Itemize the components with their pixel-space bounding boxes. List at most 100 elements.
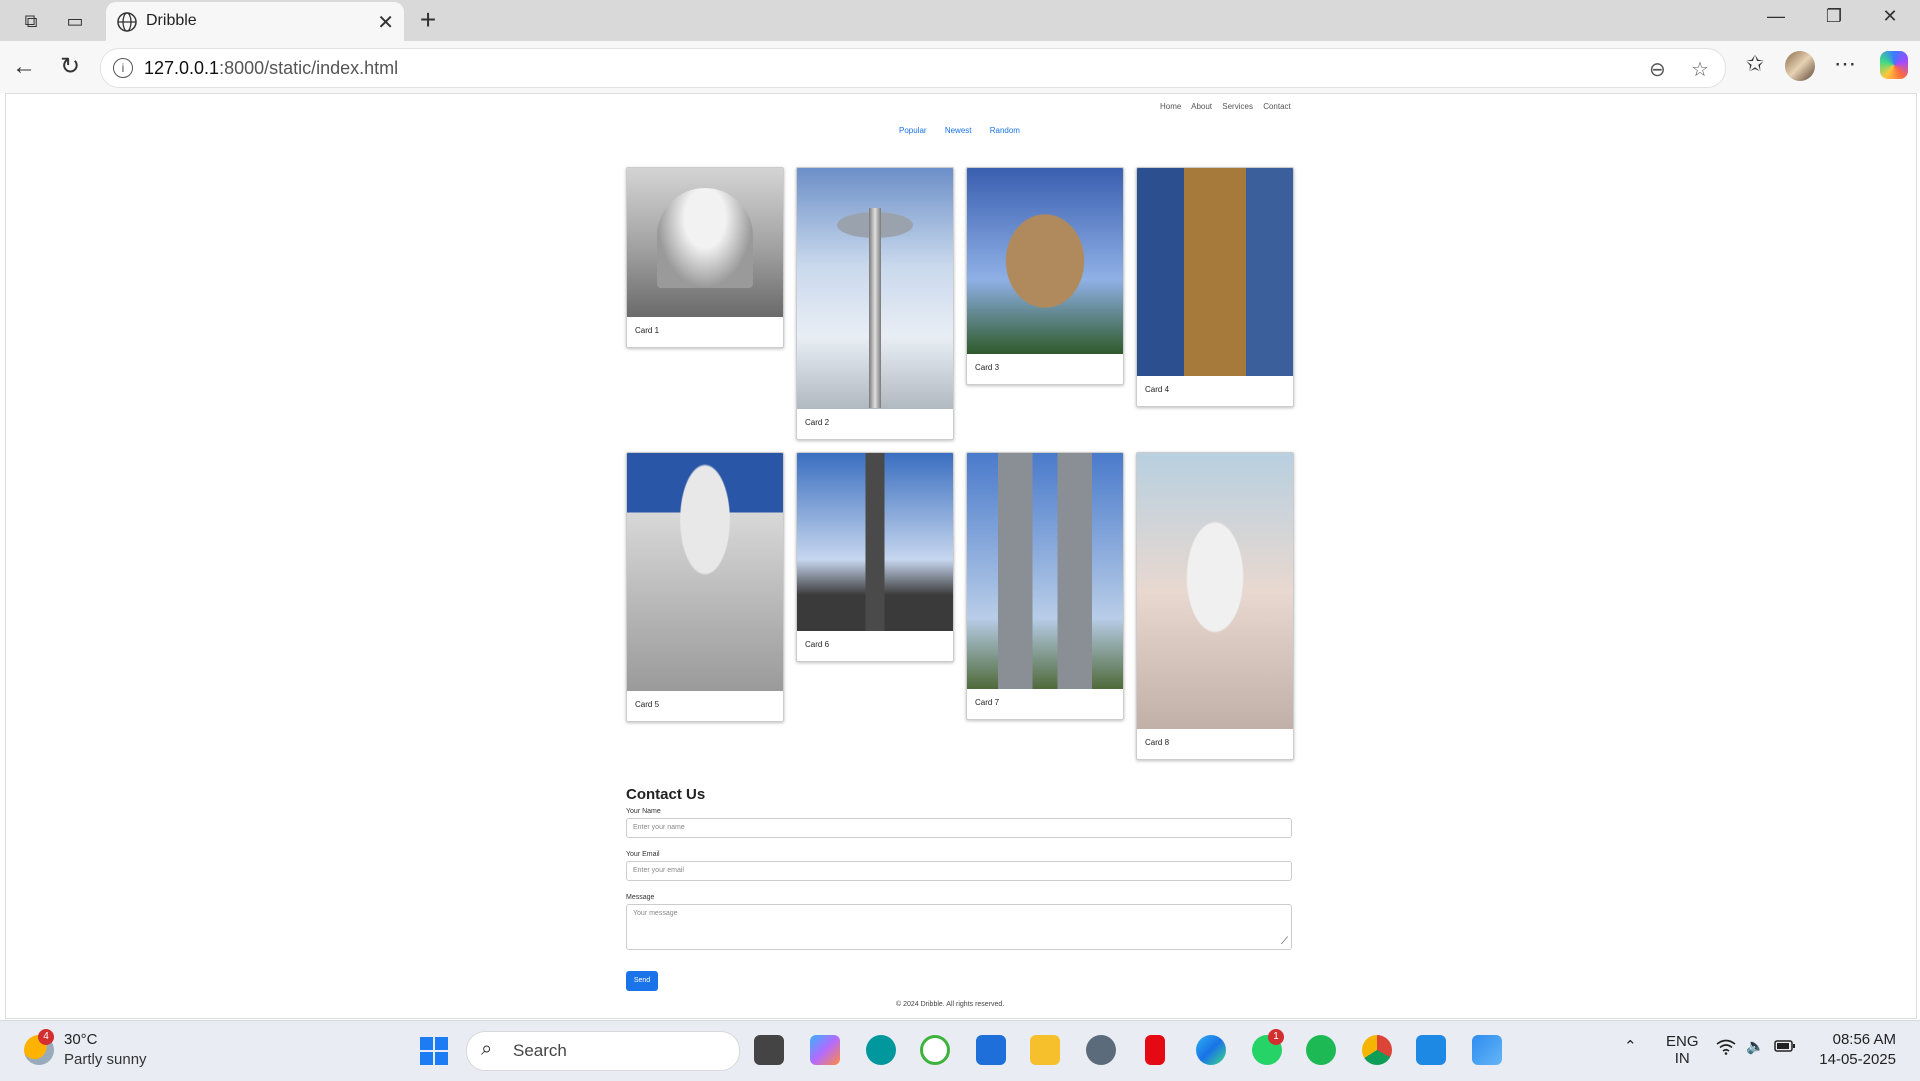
email-label: Your Email <box>626 851 660 858</box>
email-field[interactable]: Enter your email <box>626 861 1292 881</box>
clock-time: 08:56 AM <box>1832 1031 1896 1048</box>
card-caption: Card 3 <box>975 363 1000 372</box>
chevron-up-icon[interactable]: ⌃ <box>1624 1037 1637 1055</box>
card-1[interactable]: Card 1 <box>626 167 784 348</box>
copilot-app-icon[interactable] <box>810 1035 840 1065</box>
info-icon[interactable]: i <box>113 58 133 78</box>
contact-form: Contact Us Your Name Enter your name You… <box>626 786 1292 950</box>
nav-home[interactable]: Home <box>1160 102 1181 111</box>
nav-contact[interactable]: Contact <box>1263 102 1291 111</box>
card-image <box>797 168 953 409</box>
card-caption: Card 1 <box>635 326 660 335</box>
taskbar: 4 30°C Partly sunny ⌕ Search 1 ⌃ ENG IN … <box>0 1020 1920 1081</box>
system-clock[interactable]: 08:56 AM 14-05-2025 <box>1800 1031 1896 1068</box>
new-tab-icon[interactable]: + <box>414 6 442 34</box>
workspaces-icon[interactable]: ⧉ <box>18 8 44 34</box>
card-image <box>967 453 1123 689</box>
back-icon[interactable]: ← <box>10 53 38 81</box>
card-image <box>1137 168 1293 376</box>
card-image <box>627 168 783 317</box>
filter-popular[interactable]: Popular <box>899 126 927 135</box>
whatsapp-badge: 1 <box>1268 1029 1284 1045</box>
netflix-icon[interactable] <box>1145 1035 1165 1065</box>
search-icon: ⌕ <box>481 1038 493 1060</box>
taskbar-search[interactable]: ⌕ Search <box>466 1031 740 1071</box>
card-caption: Card 6 <box>805 640 830 649</box>
restore-icon[interactable]: ❐ <box>1814 6 1854 27</box>
more-icon[interactable]: ⋯ <box>1830 51 1860 77</box>
weather-temp[interactable]: 30°C <box>64 1031 98 1048</box>
nav-about[interactable]: About <box>1191 102 1212 111</box>
tab-title: Dribble <box>146 12 197 29</box>
card-caption: Card 2 <box>805 418 830 427</box>
lang-code: ENG <box>1666 1033 1699 1050</box>
card-8[interactable]: Card 8 <box>1136 452 1294 760</box>
file-explorer-icon[interactable] <box>1030 1035 1060 1065</box>
card-7[interactable]: Card 7 <box>966 452 1124 720</box>
settings-icon[interactable] <box>1086 1035 1116 1065</box>
zoom-icon[interactable]: ⊖ <box>1649 57 1666 82</box>
filter-links: Popular Newest Random <box>899 126 1036 135</box>
refresh-icon[interactable]: ↻ <box>56 53 84 81</box>
favorites-icon[interactable]: ✩ <box>1740 51 1770 77</box>
url-text[interactable]: 127.0.0.1:8000/static/index.html <box>144 58 398 79</box>
card-3[interactable]: Card 3 <box>966 167 1124 385</box>
card-4[interactable]: Card 4 <box>1136 167 1294 407</box>
card-5[interactable]: Card 5 <box>626 452 784 722</box>
resize-grip-icon[interactable]: ⟋ <box>1281 936 1288 947</box>
edge-icon[interactable] <box>1196 1035 1226 1065</box>
store-icon[interactable] <box>976 1035 1006 1065</box>
nav-services[interactable]: Services <box>1222 102 1253 111</box>
avatar[interactable] <box>1785 51 1815 81</box>
send-button[interactable]: Send <box>626 971 658 991</box>
close-icon[interactable]: ✕ <box>377 10 394 35</box>
message-label: Message <box>626 894 655 901</box>
photos-icon[interactable] <box>1472 1035 1502 1065</box>
tab-actions-icon[interactable]: ▭ <box>62 8 88 34</box>
footer-text: © 2024 Dribble. All rights reserved. <box>896 1001 1005 1008</box>
app-ring-icon[interactable] <box>920 1035 950 1065</box>
card-image <box>627 453 783 691</box>
weather-badge: 4 <box>38 1029 54 1045</box>
arduino-icon[interactable] <box>866 1035 896 1065</box>
url-field[interactable]: i 127.0.0.1:8000/static/index.html ⊖ ☆ <box>100 48 1726 88</box>
language-indicator[interactable]: ENG IN <box>1666 1033 1699 1067</box>
card-caption: Card 5 <box>635 700 660 709</box>
spotify-icon[interactable] <box>1306 1035 1336 1065</box>
chrome-icon[interactable] <box>1362 1035 1392 1065</box>
tab-bar: ⧉ ▭ Dribble ✕ + — ❐ ✕ <box>0 0 1920 41</box>
card-image <box>797 453 953 631</box>
filter-newest[interactable]: Newest <box>945 126 972 135</box>
copilot-icon[interactable] <box>1880 51 1908 79</box>
address-bar: ← ↻ i 127.0.0.1:8000/static/index.html ⊖… <box>0 41 1920 93</box>
name-label: Your Name <box>626 808 661 815</box>
card-caption: Card 4 <box>1145 385 1170 394</box>
minimize-icon[interactable]: — <box>1756 6 1796 27</box>
window-close-icon[interactable]: ✕ <box>1870 6 1910 27</box>
card-image <box>967 168 1123 354</box>
top-nav: Home About Services Contact <box>1160 102 1299 111</box>
card-caption: Card 7 <box>975 698 1000 707</box>
name-field[interactable]: Enter your name <box>626 818 1292 838</box>
volume-icon[interactable]: 🔈 <box>1746 1037 1765 1055</box>
card-image <box>1137 453 1293 729</box>
contact-heading: Contact Us <box>626 786 706 803</box>
card-6[interactable]: Card 6 <box>796 452 954 662</box>
windows-start-icon[interactable] <box>420 1037 448 1065</box>
url-path: :8000/static/index.html <box>219 58 399 78</box>
lang-region: IN <box>1674 1050 1690 1067</box>
battery-icon[interactable] <box>1774 1039 1796 1057</box>
card-2[interactable]: Card 2 <box>796 167 954 440</box>
task-view-icon[interactable] <box>754 1035 784 1065</box>
card-caption: Card 8 <box>1145 738 1170 747</box>
message-field[interactable]: Your message ⟋ <box>626 904 1292 950</box>
wifi-icon[interactable] <box>1716 1039 1736 1059</box>
clock-date: 14-05-2025 <box>1819 1051 1896 1068</box>
browser-tab[interactable]: Dribble ✕ <box>106 2 404 41</box>
vscode-icon[interactable] <box>1416 1035 1446 1065</box>
url-host: 127.0.0.1 <box>144 58 220 78</box>
message-placeholder: Your message <box>633 910 678 917</box>
star-icon[interactable]: ☆ <box>1691 57 1709 82</box>
weather-desc[interactable]: Partly sunny <box>64 1051 147 1068</box>
filter-random[interactable]: Random <box>990 126 1020 135</box>
